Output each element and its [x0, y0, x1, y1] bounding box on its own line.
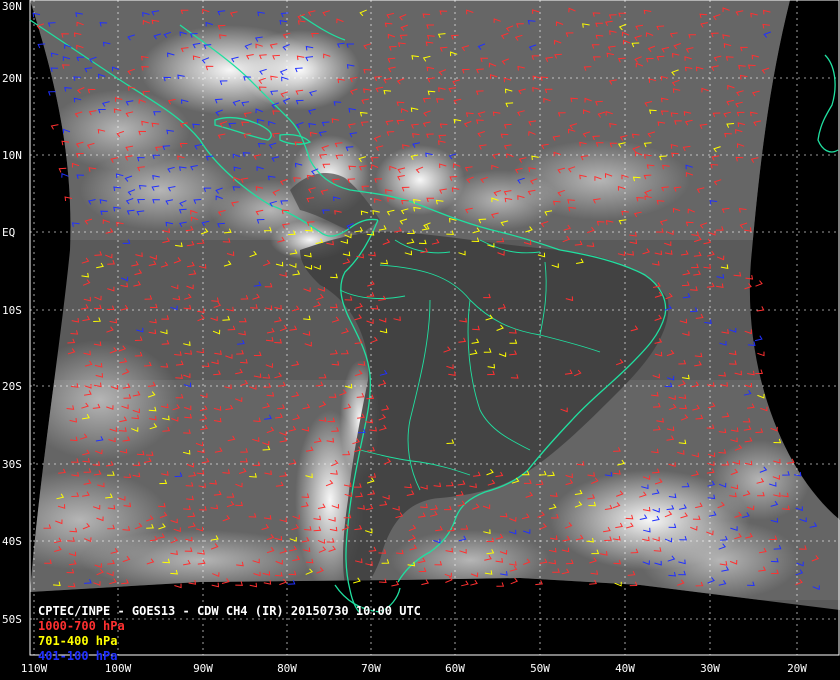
wind-barb	[535, 580, 543, 586]
wind-barb	[757, 351, 765, 357]
lat-label: 30N	[2, 0, 22, 13]
wind-barb	[50, 124, 59, 130]
lat-label: 20S	[2, 380, 22, 393]
lat-label: 50S	[2, 613, 22, 626]
legend-high-level: 401-100 hPa	[38, 649, 118, 663]
lon-label: 20W	[787, 662, 807, 675]
wind-barb	[58, 167, 67, 173]
wind-barb	[249, 582, 258, 588]
lat-label: 20N	[2, 72, 22, 85]
legend: CPTEC/INPE - GOES13 - CDW CH4 (IR) 20150…	[38, 604, 421, 664]
lat-label: EQ	[2, 226, 16, 239]
lon-label: 30W	[700, 662, 720, 675]
lat-label: 10N	[2, 149, 22, 162]
map-title: CPTEC/INPE - GOES13 - CDW CH4 (IR) 20150…	[38, 604, 421, 618]
wind-barb	[754, 335, 763, 342]
legend-low-level: 1000-700 hPa	[38, 619, 125, 633]
wind-barb	[510, 577, 519, 585]
wind-barb	[496, 582, 505, 587]
wind-barb	[174, 583, 182, 589]
cloud	[640, 520, 800, 600]
legend-mid-level: 701-400 hPa	[38, 634, 118, 648]
wind-barb	[470, 579, 478, 586]
satellite-wind-map: 30N 20N 10N EQ 10S 20S 30S 40S 50S 110W 100W 90W 80…	[0, 0, 840, 680]
cloud	[240, 30, 360, 110]
wind-barb	[211, 582, 220, 588]
lat-label: 40S	[2, 535, 22, 548]
wind-barb	[61, 172, 69, 178]
wind-barb	[235, 581, 243, 586]
wind-barb	[47, 91, 56, 96]
lon-label: 40W	[615, 662, 635, 675]
lon-label: 60W	[445, 662, 465, 675]
cloud	[440, 170, 560, 230]
lat-label: 10S	[2, 304, 22, 317]
cloud	[30, 340, 180, 460]
wind-barb	[391, 580, 400, 587]
wind-barb	[421, 579, 430, 586]
lon-label: 50W	[530, 662, 550, 675]
map-canvas	[29, 0, 840, 656]
africa-coast	[817, 54, 839, 153]
lat-label: 30S	[2, 458, 22, 471]
wind-barb	[461, 580, 469, 587]
wind-barb	[755, 280, 763, 287]
